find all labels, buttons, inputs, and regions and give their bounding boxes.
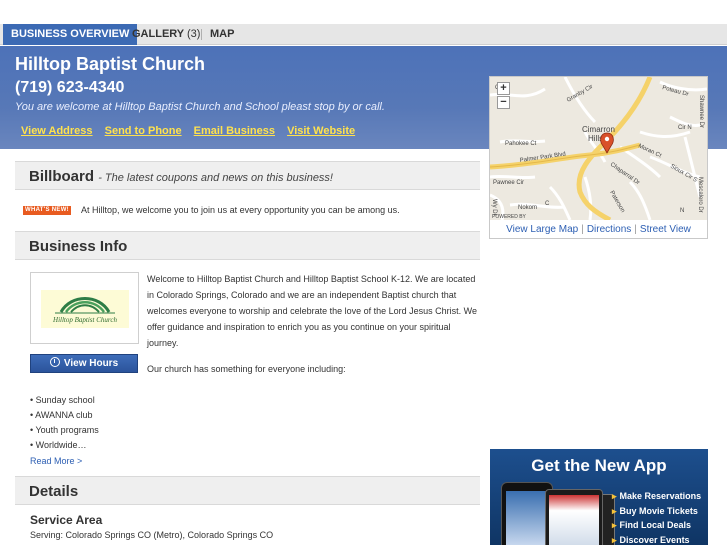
zoom-out-button[interactable]: − (497, 96, 510, 109)
phone-image (545, 489, 603, 545)
svg-text:N: N (680, 208, 684, 214)
link-separator: | (581, 224, 584, 235)
map-widget: Cimarron Hills Palmer Park Blvd Pahokee … (489, 76, 708, 239)
svg-text:C: C (545, 201, 550, 207)
app-ad-banner[interactable]: Get the New App ▸ Make Reservations ▸ Buy … (490, 449, 708, 545)
location-map[interactable]: Cimarron Hills Palmer Park Blvd Pahokee … (490, 77, 707, 220)
billboard-subtitle: - The latest coupons and news on this bu… (98, 172, 333, 184)
map-graphic: Cimarron Hills Palmer Park Blvd Pahokee … (490, 77, 707, 220)
send-to-phone-link[interactable]: Send to Phone (105, 125, 182, 137)
street-view-link[interactable]: Street View (640, 224, 691, 235)
billboard-header: Billboard - The latest coupons and news … (15, 161, 480, 190)
svg-text:Pahokee Ct: Pahokee Ct (505, 141, 537, 147)
svg-text:Cimarron: Cimarron (582, 125, 615, 134)
svg-text:Shawnee Dr: Shawnee Dr (698, 95, 704, 128)
details-title: Details (29, 483, 79, 500)
ad-features: ▸ Make Reservations ▸ Buy Movie Tickets ▸ F… (612, 489, 701, 545)
map-links: View Large Map | Directions | Street View (490, 221, 707, 239)
view-hours-button[interactable]: View Hours (30, 354, 138, 373)
whats-new-badge: WHAT'S NEW! (23, 206, 71, 215)
email-business-link[interactable]: Email Business (194, 125, 275, 137)
billboard-text: At Hilltop, we welcome you to join us at… (81, 205, 400, 215)
arrow-icon: ▸ (612, 534, 617, 545)
list-item: • Youth programs (30, 425, 99, 435)
list-item: • Sunday school (30, 395, 95, 405)
arrow-icon: ▸ (612, 491, 617, 501)
service-area-title: Service Area (30, 513, 103, 527)
svg-text:Pawnee Cir: Pawnee Cir (493, 180, 524, 186)
directions-link[interactable]: Directions (587, 224, 631, 235)
business-info-title: Business Info (29, 238, 128, 255)
business-description-2: Our church has something for everyone in… (147, 364, 346, 374)
ad-feature: ▸ Make Reservations (612, 491, 702, 501)
business-actions: View Address Send to Phone Email Busines… (21, 125, 364, 137)
ad-title: Get the New App (531, 456, 667, 475)
service-area-text: Serving: Colorado Springs CO (Metro), Co… (30, 530, 274, 540)
ad-feature: ▸ Buy Movie Tickets (612, 505, 698, 516)
svg-text:Nokom: Nokom (518, 205, 537, 211)
svg-text:Mescalero Dr: Mescalero Dr (697, 177, 703, 213)
business-description: Welcome to Hilltop Baptist Church and Hi… (147, 274, 478, 348)
gallery-count: (3) (187, 28, 201, 40)
read-more-link[interactable]: Read More > (30, 456, 82, 466)
ad-feature: ▸ Find Local Deals (612, 520, 692, 530)
view-hours-label: View Hours (63, 358, 119, 369)
zoom-in-button[interactable]: + (497, 82, 510, 95)
business-logo: Hilltop Baptist Church (30, 272, 139, 344)
logo-text: Hilltop Baptist Church (53, 316, 117, 324)
tab-gallery[interactable]: GALLERY (3) (124, 24, 208, 45)
clock-icon (49, 357, 60, 367)
tab-label: MAP (210, 28, 235, 40)
tab-map[interactable]: MAP (202, 24, 242, 45)
tab-business-overview[interactable]: BUSINESS OVERVIEW (3, 24, 138, 45)
link-separator: | (634, 224, 637, 235)
ad-feature: ▸ Discover Events (612, 534, 690, 545)
details-header: Details (15, 476, 480, 505)
billboard-title: Billboard (29, 168, 95, 185)
offerings-list: • Sunday school • AWANNA club • Youth pr… (30, 393, 99, 453)
tab-bar: BUSINESS OVERVIEW GALLERY (3) MAP (0, 24, 727, 45)
list-item: • Worldwide… (30, 440, 87, 450)
view-address-link[interactable]: View Address (21, 125, 93, 137)
list-item: • AWANNA club (30, 410, 93, 420)
business-name: Hilltop Baptist Church (15, 54, 205, 74)
business-phone: (719) 623-4340 (15, 79, 125, 96)
visit-website-link[interactable]: Visit Website (287, 125, 355, 137)
view-large-map-link[interactable]: View Large Map (506, 224, 578, 235)
svg-text:POWERED BY: POWERED BY (492, 214, 527, 220)
arrow-icon: ▸ (612, 505, 617, 516)
arrow-icon: ▸ (612, 520, 617, 530)
logo-image: Hilltop Baptist Church (41, 290, 129, 328)
svg-text:Cir N: Cir N (678, 125, 692, 131)
business-tagline: You are welcome at Hilltop Baptist Churc… (15, 101, 385, 113)
tab-label: GALLERY (132, 28, 184, 40)
business-info-header: Business Info (15, 231, 480, 260)
tab-label: BUSINESS OVERVIEW (11, 28, 130, 40)
